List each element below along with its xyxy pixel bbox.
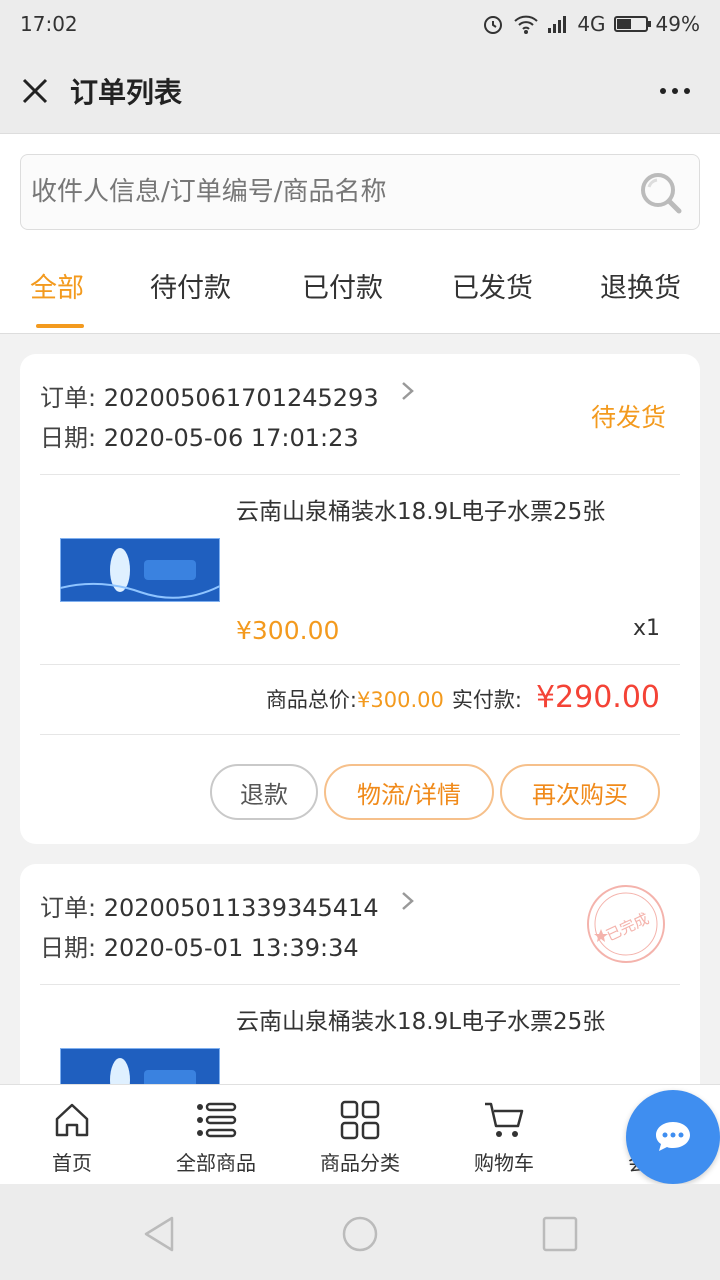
order-date-row: 日期: 2020-05-01 13:39:34 [40, 928, 359, 963]
order-date-label: 日期: [40, 424, 97, 452]
tab-pending-payment[interactable]: 待付款 [150, 266, 231, 305]
divider [40, 984, 680, 985]
more-dot [660, 87, 666, 94]
cart-icon [485, 1102, 524, 1137]
recents-icon[interactable] [540, 1214, 580, 1254]
title-bar: 订单列表 [0, 48, 720, 134]
buy-again-button[interactable]: 再次购买 [500, 764, 660, 820]
grid-icon [340, 1100, 380, 1140]
wifi-icon [514, 15, 538, 34]
order-number-label: 订单: [40, 894, 97, 922]
order-number: 202005061701245293 [103, 384, 379, 412]
tab-returns[interactable]: 退换货 [600, 266, 681, 305]
system-nav-bar [0, 1184, 720, 1280]
more-button[interactable] [630, 48, 720, 134]
order-date: 2020-05-06 17:01:23 [103, 424, 359, 452]
total-price: ¥300.00 [357, 688, 444, 712]
close-icon [22, 78, 48, 103]
order-number-label: 订单: [40, 384, 97, 412]
header-area: 全部 待付款 已付款 已发货 退换货 [0, 134, 720, 334]
order-number-row[interactable]: 订单: 202005061701245293 [40, 378, 379, 413]
order-number-row[interactable]: 订单: 202005011339345414 [40, 888, 379, 923]
order-tabs: 全部 待付款 已付款 已发货 退换货 [0, 242, 720, 334]
nav-home[interactable]: 首页 [0, 1085, 144, 1185]
chat-button[interactable] [626, 1090, 720, 1184]
home-icon [55, 1103, 89, 1137]
home-circle-icon[interactable] [340, 1214, 380, 1254]
nav-label: 购物车 [474, 1151, 534, 1175]
divider [40, 474, 680, 475]
signal-icon [548, 16, 567, 33]
chat-bubble-icon [656, 1122, 690, 1151]
tab-paid[interactable]: 已付款 [302, 266, 383, 305]
chevron-right-icon[interactable] [400, 890, 416, 912]
divider [40, 734, 680, 735]
product-quantity: x1 [632, 616, 660, 641]
network-type: 4G [577, 12, 606, 36]
search-icon[interactable] [639, 171, 683, 215]
logistics-detail-button[interactable]: 物流/详情 [324, 764, 494, 820]
product-name[interactable]: 云南山泉桶装水18.9L电子水票25张 [236, 492, 605, 526]
product-price: ¥300.00 [236, 616, 340, 645]
bottom-nav: 首页 全部商品 商品分类 购物车 会员 [0, 1084, 720, 1184]
status-bar: 17:02 4G 49% [0, 0, 720, 48]
nav-categories[interactable]: 商品分类 [288, 1085, 432, 1185]
total-label: 商品总价: [265, 688, 358, 712]
more-dot [672, 87, 678, 94]
order-number: 202005011339345414 [103, 894, 379, 922]
alarm-icon [484, 16, 503, 34]
search-input[interactable] [31, 177, 611, 207]
tab-shipped[interactable]: 已发货 [452, 266, 533, 305]
product-thumbnail[interactable] [60, 538, 220, 602]
paid-amount: ¥290.00 [535, 680, 660, 715]
close-button[interactable] [0, 48, 70, 134]
search-box [20, 154, 700, 230]
order-date-row: 日期: 2020-05-06 17:01:23 [40, 418, 359, 453]
active-tab-indicator [36, 324, 84, 328]
tab-all[interactable]: 全部 [30, 266, 84, 305]
list-icon [197, 1102, 237, 1138]
stamp-text: 已完成 [603, 909, 651, 944]
product-name[interactable]: 云南山泉桶装水18.9L电子水票25张 [236, 1002, 605, 1036]
battery-percent: 49% [655, 12, 700, 36]
battery-icon [613, 16, 651, 32]
status-time: 17:02 [20, 12, 78, 36]
page-title: 订单列表 [70, 75, 183, 109]
back-icon[interactable] [140, 1214, 180, 1254]
chevron-right-icon[interactable] [400, 380, 416, 402]
divider [40, 664, 680, 665]
nav-label: 全部商品 [176, 1151, 256, 1175]
order-date: 2020-05-01 13:39:34 [103, 934, 359, 962]
order-date-label: 日期: [40, 934, 97, 962]
refund-button[interactable]: 退款 [210, 764, 318, 820]
order-status: 待发货 [590, 403, 666, 432]
completed-stamp: 已完成 [587, 885, 665, 963]
more-dot [684, 87, 690, 94]
order-summary: 商品总价: ¥300.00 实付款: ¥290.00 [266, 680, 660, 715]
nav-label: 首页 [52, 1151, 92, 1175]
nav-all-products[interactable]: 全部商品 [144, 1085, 288, 1185]
nav-label: 商品分类 [320, 1151, 400, 1175]
order-card: 订单: 202005061701245293 日期: 2020-05-06 17… [20, 354, 700, 844]
nav-cart[interactable]: 购物车 [432, 1085, 576, 1185]
paid-label: 实付款: [451, 688, 522, 712]
